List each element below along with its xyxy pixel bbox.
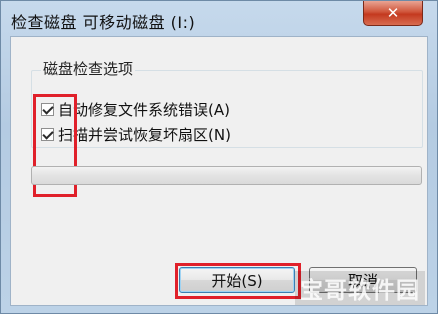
dialog-body: 磁盘检查选项 自动修复文件系统错误(A) 扫描并尝试恢复坏扇区(N) 开始(S)… (10, 36, 428, 306)
title-bar[interactable]: 检查磁盘 可移动磁盘 (I:) ✕ (1, 1, 437, 35)
close-button[interactable]: ✕ (363, 1, 423, 26)
options-group-title: 磁盘检查选项 (41, 58, 136, 79)
close-icon: ✕ (386, 4, 400, 22)
window-title: 检查磁盘 可移动磁盘 (I:) (11, 13, 196, 32)
start-highlight-frame (175, 263, 301, 299)
watermark-logo: 宝哥软件园 (295, 271, 425, 305)
check-disk-dialog: 检查磁盘 可移动磁盘 (I:) ✕ 磁盘检查选项 自动修复文件系统错误(A) 扫… (0, 0, 438, 314)
watermark-text: 宝哥软件园 (300, 278, 420, 304)
scan-recover-label: 扫描并尝试恢复坏扇区(N) (58, 126, 231, 144)
auto-fix-label: 自动修复文件系统错误(A) (58, 101, 230, 119)
progress-bar (31, 166, 422, 185)
